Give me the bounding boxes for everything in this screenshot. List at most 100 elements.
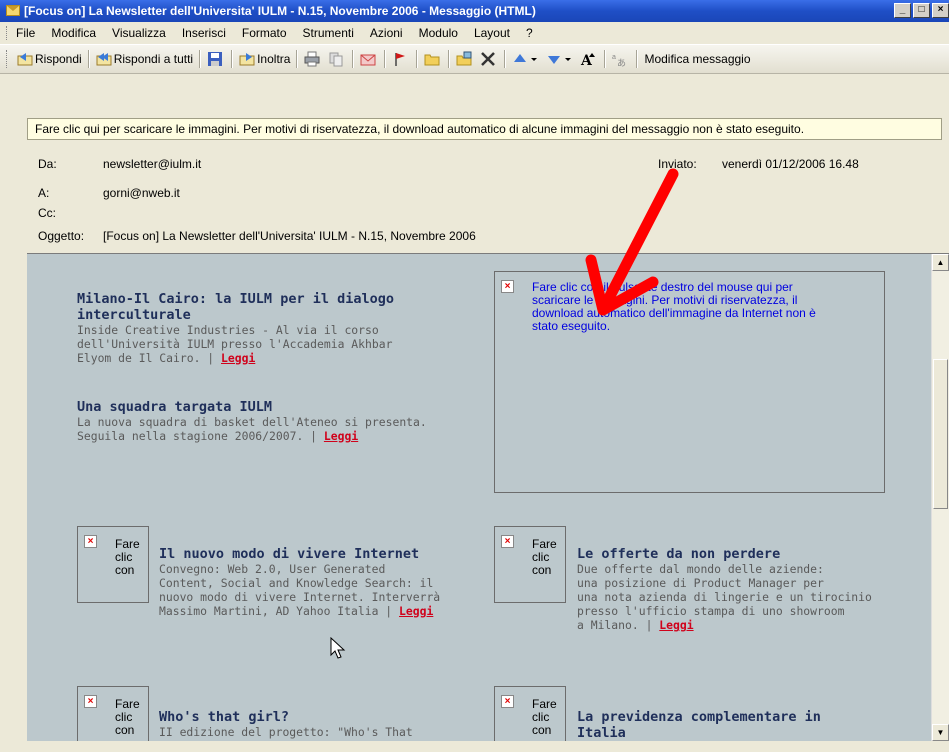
article-title[interactable]: Who's that girl? bbox=[159, 709, 469, 725]
envelope-move-icon bbox=[360, 54, 376, 66]
standard-toolbar: Rispondi Rispondi a tutti Inoltra A a あ … bbox=[0, 45, 949, 74]
scroll-thumb[interactable] bbox=[933, 359, 948, 509]
from-value[interactable]: newsletter@iulm.it bbox=[103, 157, 201, 171]
window-controls: _ □ × bbox=[894, 3, 949, 18]
edit-message-label: Modifica messaggio bbox=[644, 52, 751, 66]
forward-button[interactable]: Inoltra bbox=[236, 48, 293, 70]
menu-formato[interactable]: Formato bbox=[242, 26, 287, 40]
leggi-link[interactable]: Leggi bbox=[221, 351, 255, 365]
article-text: Massimo Martini, AD Yahoo Italia | Leggi bbox=[159, 604, 469, 618]
article-text: dell'Università IULM presso l'Accademia … bbox=[77, 337, 393, 351]
window-title: [Focus on] La Newsletter dell'Universita… bbox=[24, 4, 536, 18]
image-placeholder[interactable]: × Fare clic con bbox=[494, 526, 566, 603]
reply-all-button[interactable]: Rispondi a tutti bbox=[93, 48, 196, 70]
dropdown-arrow-icon[interactable] bbox=[530, 51, 538, 67]
message-body[interactable]: Milano-Il Cairo: la IULM per il dialogo … bbox=[27, 253, 949, 741]
title-bar: [Focus on] La Newsletter dell'Universita… bbox=[0, 0, 949, 22]
scroll-up-arrow-icon[interactable]: ▲ bbox=[932, 254, 949, 271]
article-text: una nota azienda di lingerie e un tiroci… bbox=[577, 590, 872, 604]
article-text: La nuova squadra di basket dell'Ateneo s… bbox=[77, 415, 427, 429]
article-text: Seguila nella stagione 2006/2007. | Legg… bbox=[77, 429, 477, 443]
from-label: Da: bbox=[38, 157, 57, 171]
menu-layout[interactable]: Layout bbox=[474, 26, 510, 40]
svg-text:a: a bbox=[612, 54, 616, 61]
maximize-button[interactable]: □ bbox=[913, 3, 930, 18]
minimize-button[interactable]: _ bbox=[894, 3, 911, 18]
envelope-icon bbox=[6, 5, 20, 16]
article-title[interactable]: Le offerte da non perdere bbox=[577, 546, 887, 562]
article-text: II edizione del progetto: "Who's That bbox=[159, 725, 413, 739]
flag-button[interactable] bbox=[389, 48, 413, 70]
leggi-link[interactable]: Leggi bbox=[399, 604, 433, 618]
move-button[interactable] bbox=[357, 48, 381, 70]
move-to-folder-button[interactable] bbox=[453, 48, 477, 70]
article-previdenza: La previdenza complementare in Italia bbox=[577, 709, 887, 741]
copy-button[interactable] bbox=[325, 48, 349, 70]
leggi-link[interactable]: Leggi bbox=[659, 618, 693, 632]
menu-grip bbox=[6, 26, 10, 40]
image-placeholder[interactable]: × Fare clic con bbox=[494, 686, 566, 741]
delete-x-icon bbox=[481, 52, 496, 66]
delete-button[interactable] bbox=[477, 48, 501, 70]
scroll-down-arrow-icon[interactable]: ▼ bbox=[932, 724, 949, 741]
toolbar-separator bbox=[87, 50, 90, 68]
broken-image-icon: × bbox=[501, 695, 514, 708]
mouse-cursor-icon bbox=[330, 637, 346, 659]
edit-message-button[interactable]: Modifica messaggio bbox=[641, 48, 753, 70]
vertical-scrollbar[interactable]: ▲ ▼ bbox=[931, 254, 949, 741]
toolbar-grip bbox=[6, 50, 10, 68]
menu-modulo[interactable]: Modulo bbox=[419, 26, 458, 40]
menu-visualizza[interactable]: Visualizza bbox=[112, 26, 166, 40]
article-title[interactable]: Il nuovo modo di vivere Internet bbox=[159, 546, 469, 562]
menu-help[interactable]: ? bbox=[526, 26, 533, 40]
download-images-infobar[interactable]: Fare clic qui per scaricare le immagini.… bbox=[27, 118, 942, 140]
reply-icon bbox=[17, 53, 33, 66]
to-label: A: bbox=[38, 186, 50, 200]
menu-file[interactable]: File bbox=[16, 26, 35, 40]
article-text: Due offerte dal mondo delle aziende: bbox=[577, 562, 824, 576]
menu-inserisci[interactable]: Inserisci bbox=[182, 26, 226, 40]
placeholder-text: Fare clic con bbox=[532, 698, 557, 737]
folder-button[interactable] bbox=[421, 48, 445, 70]
article-text-end: a Milano. | bbox=[577, 618, 653, 632]
toolbar-separator bbox=[199, 50, 202, 68]
broken-image-icon: × bbox=[501, 280, 514, 293]
article-title[interactable]: Milano-Il Cairo: la IULM per il dialogo bbox=[77, 291, 457, 307]
copy-icon bbox=[329, 52, 343, 67]
red-annotation-arrow-icon bbox=[585, 168, 679, 316]
previous-item-button[interactable] bbox=[509, 48, 543, 70]
font-size-icon: A bbox=[580, 53, 596, 67]
printer-icon bbox=[304, 51, 320, 67]
menu-strumenti[interactable]: Strumenti bbox=[303, 26, 354, 40]
placeholder-line: con bbox=[532, 563, 552, 577]
placeholder-text: Fare clic con bbox=[115, 698, 140, 737]
folder-icon bbox=[424, 54, 440, 66]
reply-all-icon bbox=[96, 53, 112, 66]
dropdown-arrow-icon[interactable] bbox=[564, 51, 572, 67]
forward-icon bbox=[239, 53, 255, 66]
article-title-cont[interactable]: interculturale bbox=[77, 307, 457, 323]
floppy-icon bbox=[208, 52, 223, 66]
next-item-button[interactable] bbox=[543, 48, 577, 70]
image-placeholder[interactable]: × Fare clic con bbox=[77, 526, 149, 603]
to-value[interactable]: gorni@nweb.it bbox=[103, 186, 180, 200]
toolbar-separator bbox=[296, 50, 299, 68]
font-size-button[interactable]: A bbox=[577, 48, 601, 70]
article-title-cont[interactable]: Italia bbox=[577, 725, 887, 741]
print-button[interactable] bbox=[301, 48, 325, 70]
article-title[interactable]: Una squadra targata IULM bbox=[77, 399, 477, 415]
article-text: a Milano. | Leggi bbox=[577, 618, 887, 632]
save-button[interactable] bbox=[204, 48, 228, 70]
close-button[interactable]: × bbox=[932, 3, 949, 18]
article-title[interactable]: La previdenza complementare in bbox=[577, 709, 887, 725]
move-folder-icon bbox=[456, 51, 472, 66]
image-placeholder[interactable]: × Fare clic con bbox=[77, 686, 149, 741]
leggi-link[interactable]: Leggi bbox=[324, 429, 358, 443]
menu-modifica[interactable]: Modifica bbox=[51, 26, 96, 40]
placeholder-text: Fare clic con bbox=[532, 538, 557, 577]
encoding-button[interactable]: aあ bbox=[609, 48, 633, 70]
toolbar-separator bbox=[448, 50, 451, 68]
menu-azioni[interactable]: Azioni bbox=[370, 26, 403, 40]
down-arrow-icon bbox=[548, 56, 561, 64]
reply-button[interactable]: Rispondi bbox=[14, 48, 85, 70]
